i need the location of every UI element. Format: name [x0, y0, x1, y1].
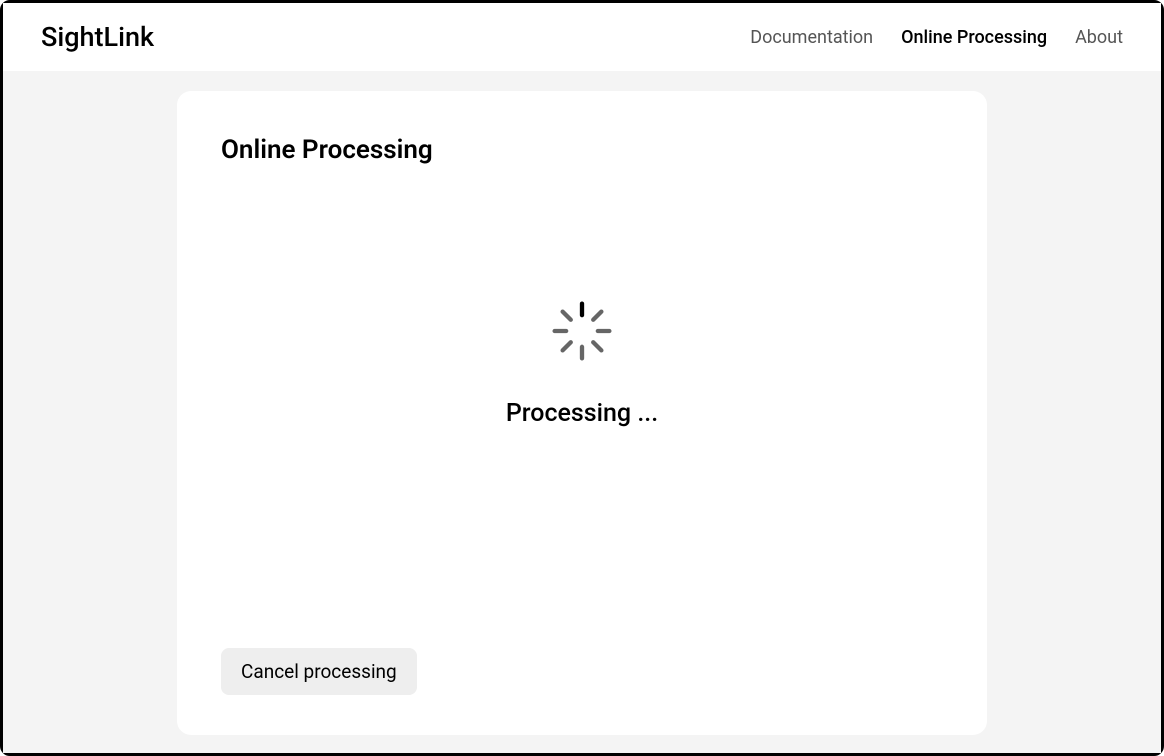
page-title: Online Processing — [221, 135, 943, 165]
processing-status: Processing ... — [221, 195, 943, 648]
loading-spinner-icon — [546, 295, 618, 367]
main-nav: Documentation Online Processing About — [750, 27, 1123, 48]
processing-status-text: Processing ... — [506, 399, 658, 428]
processing-card: Online Processing Processi — [177, 91, 987, 735]
nav-online-processing[interactable]: Online Processing — [901, 27, 1047, 48]
header: SightLink Documentation Online Processin… — [3, 3, 1161, 71]
cancel-processing-button[interactable]: Cancel processing — [221, 648, 417, 695]
app-logo[interactable]: SightLink — [41, 21, 154, 53]
nav-documentation[interactable]: Documentation — [750, 27, 873, 48]
nav-about[interactable]: About — [1075, 27, 1123, 48]
content-area: Online Processing Processi — [3, 71, 1161, 753]
